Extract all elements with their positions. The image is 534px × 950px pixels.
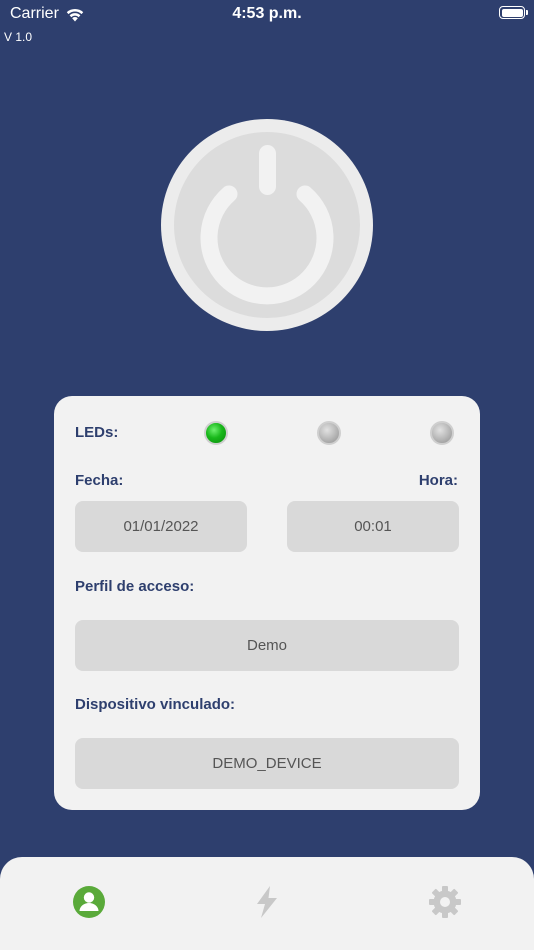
leds-label: LEDs: xyxy=(75,424,119,441)
date-label: Fecha: xyxy=(75,472,124,489)
tab-profile[interactable] xyxy=(72,885,106,919)
tab-bar xyxy=(0,857,534,950)
linked-device-label: Dispositivo vinculado: xyxy=(75,696,236,713)
battery-icon xyxy=(499,6,528,19)
app-version: V 1.0 xyxy=(4,30,33,44)
led-2-indicator xyxy=(317,421,341,445)
led-3-indicator xyxy=(430,421,454,445)
linked-device-field[interactable]: DEMO_DEVICE xyxy=(75,738,459,789)
status-time: 4:53 p.m. xyxy=(232,5,302,22)
device-info-card: LEDs: Fecha: Hora: 01/01/2022 00:01 Perf… xyxy=(54,396,480,810)
tab-settings[interactable] xyxy=(428,885,462,919)
profile-field[interactable]: Demo xyxy=(75,620,459,671)
power-button[interactable] xyxy=(161,119,373,331)
power-icon xyxy=(200,145,334,305)
user-icon xyxy=(73,886,105,918)
tab-power[interactable] xyxy=(250,885,284,919)
date-field[interactable]: 01/01/2022 xyxy=(75,501,247,552)
battery-level xyxy=(501,8,523,17)
led-1-indicator xyxy=(204,421,228,445)
lightning-icon xyxy=(257,886,277,918)
profile-label: Perfil de acceso: xyxy=(75,578,195,595)
power-button-inner xyxy=(174,132,360,318)
time-field[interactable]: 00:01 xyxy=(287,501,459,552)
time-label: Hora: xyxy=(418,472,458,489)
gear-icon xyxy=(429,886,461,918)
status-bar: Carrier 4:53 p.m. xyxy=(0,0,534,30)
